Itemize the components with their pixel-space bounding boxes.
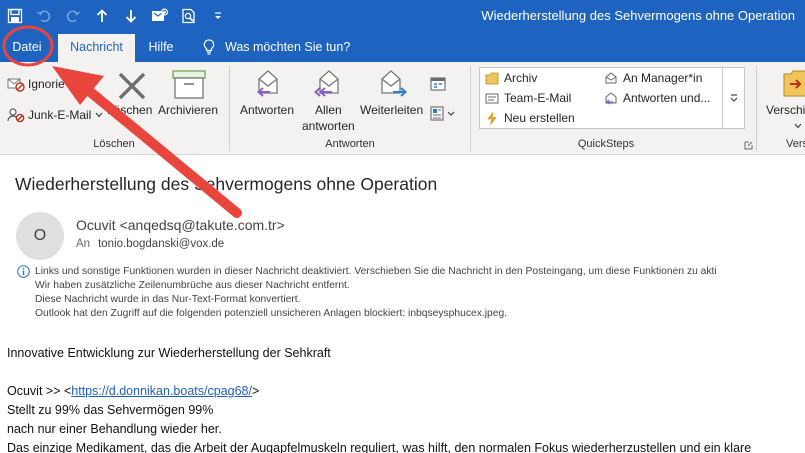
group-separator bbox=[756, 66, 757, 151]
info-line: Wir haben zusätzliche Zeilenumbrüche aus… bbox=[35, 280, 350, 291]
dialog-launcher-icon[interactable] bbox=[744, 141, 753, 150]
body-link[interactable]: https://d.donnikan.boats/cpag68/ bbox=[71, 384, 252, 398]
archive-label: Archivieren bbox=[158, 103, 219, 117]
tell-me-search[interactable]: Was möchten Sie tun? bbox=[203, 32, 350, 62]
to-label: An bbox=[76, 238, 91, 250]
sync-icon[interactable] bbox=[145, 0, 174, 32]
tab-datei[interactable]: Datei bbox=[6, 32, 48, 62]
quick-access-toolbar bbox=[0, 0, 232, 32]
ignore-label: Ignorie bbox=[28, 77, 65, 91]
quicksteps-gallery: Archiv Team-E-Mail Neu erstellen An Mana… bbox=[479, 67, 723, 129]
group-label-move: Vers bbox=[786, 138, 805, 150]
quickstep-create-new[interactable]: Neu erstellen bbox=[485, 111, 575, 125]
delete-label: Löschen bbox=[107, 103, 153, 117]
tell-me-label: Was möchten Sie tun? bbox=[225, 40, 351, 54]
group-label-loeschen: Löschen bbox=[93, 138, 135, 150]
tab-nachricht[interactable]: Nachricht bbox=[58, 34, 135, 62]
body-line-link: Ocuvit >> <https://d.donnikan.boats/cpag… bbox=[7, 384, 260, 398]
up-arrow-icon[interactable] bbox=[87, 0, 116, 32]
reply-envelope-icon bbox=[605, 91, 617, 104]
save-icon[interactable] bbox=[0, 0, 29, 32]
reply-all-icon bbox=[313, 70, 339, 97]
quicksteps-more-button[interactable] bbox=[723, 67, 745, 129]
quickstep-reply-delete[interactable]: Antworten und... bbox=[604, 91, 710, 105]
chevron-down-icon bbox=[794, 123, 802, 129]
avatar-initial: O bbox=[33, 227, 47, 244]
lightning-icon bbox=[487, 111, 497, 125]
body-line: Innovative Entwicklung zur Wiederherstel… bbox=[7, 346, 331, 360]
junk-label: Junk-E-Mail bbox=[28, 108, 92, 122]
junk-email-button[interactable]: Junk-E-Mail bbox=[7, 107, 103, 123]
recipient-address[interactable]: tonio.bogdanski@vox.de bbox=[98, 238, 224, 250]
reply-all-label-1: Allen bbox=[315, 103, 342, 117]
tab-hilfe[interactable]: Hilfe bbox=[141, 32, 181, 62]
team-email-icon bbox=[485, 93, 499, 103]
reply-all-label-2: antworten bbox=[302, 119, 355, 133]
body-line: nach nur einer Behandlung wieder her. bbox=[7, 422, 222, 436]
recipient-row: An tonio.bogdanski@vox.de bbox=[76, 238, 224, 250]
avatar[interactable]: O bbox=[16, 212, 64, 260]
ignore-button[interactable]: Ignorie bbox=[7, 76, 65, 92]
message-subject: Wiederherstellung des Sehvermogens ohne … bbox=[15, 174, 438, 194]
quickstep-team-email[interactable]: Team-E-Mail bbox=[485, 91, 571, 105]
more-respond-icon bbox=[430, 106, 455, 121]
reply-label: Antworten bbox=[240, 103, 295, 117]
info-line: Links und sonstige Funktionen wurden in … bbox=[35, 266, 717, 277]
redo-icon[interactable] bbox=[58, 0, 87, 32]
undo-icon[interactable] bbox=[29, 0, 58, 32]
group-label-quicksteps: QuickSteps bbox=[577, 138, 635, 150]
body-line: Stellt zu 99% das Sehvermögen 99% bbox=[7, 403, 214, 417]
sender-address[interactable]: Ocuvit <anqedsq@takute.com.tr> bbox=[76, 217, 285, 233]
forward-label: Weiterleiten bbox=[360, 103, 424, 117]
quickstep-archiv[interactable]: Archiv bbox=[485, 71, 537, 85]
customize-qat-icon[interactable] bbox=[203, 0, 232, 32]
title-bar: Wiederherstellung des Sehvermogens ohne … bbox=[0, 0, 805, 32]
delete-x-icon bbox=[118, 72, 146, 100]
chevron-down-icon bbox=[95, 112, 103, 118]
archive-box-icon bbox=[172, 70, 206, 99]
move-folder-icon bbox=[783, 70, 805, 97]
ribbon: Ignorie Junk-E-Mail Löschen Archivieren … bbox=[0, 62, 805, 155]
lightbulb-icon bbox=[203, 39, 215, 55]
info-line: Outlook hat den Zugriff auf die folgende… bbox=[35, 308, 508, 319]
archive-folder-icon bbox=[485, 72, 499, 84]
body-line: Das einzige Medikament, das die Arbeit d… bbox=[7, 441, 752, 453]
meeting-icon bbox=[430, 77, 446, 91]
down-arrow-icon[interactable] bbox=[116, 0, 145, 32]
print-preview-icon[interactable] bbox=[174, 0, 203, 32]
reply-icon bbox=[256, 70, 278, 97]
ignore-icon bbox=[7, 78, 25, 92]
info-icon bbox=[17, 265, 30, 278]
group-label-antworten: Antworten bbox=[325, 138, 375, 150]
forward-envelope-icon bbox=[605, 71, 617, 83]
move-label: Verschi bbox=[766, 103, 805, 117]
chevron-down-icon bbox=[730, 94, 737, 102]
info-line: Diese Nachricht wurde in das Nur-Text-Fo… bbox=[35, 294, 301, 305]
ribbon-tabs: Datei Nachricht Hilfe Was möchten Sie tu… bbox=[0, 32, 805, 62]
forward-icon bbox=[381, 70, 408, 97]
quickstep-to-manager[interactable]: An Manager*in bbox=[604, 71, 702, 85]
outlook-reading-window: Wiederherstellung des Sehvermogens ohne … bbox=[0, 0, 805, 453]
window-title: Wiederherstellung des Sehvermogens ohne … bbox=[481, 8, 795, 23]
junk-icon bbox=[7, 108, 25, 123]
